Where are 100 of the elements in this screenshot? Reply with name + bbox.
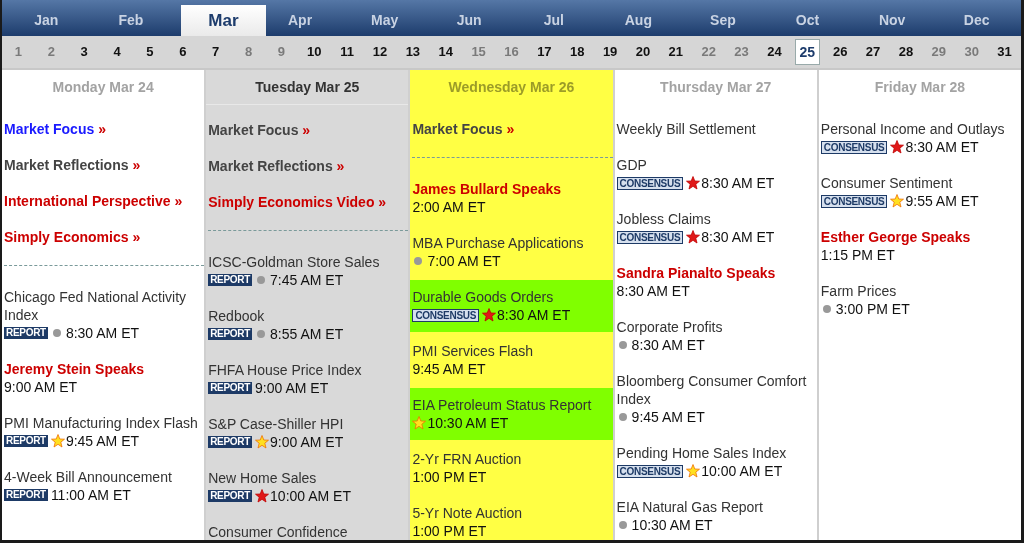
day-number[interactable]: 11: [330, 40, 364, 64]
badge[interactable]: REPORT: [4, 489, 48, 501]
event-time: 10:30 AM ET: [631, 516, 713, 534]
badge[interactable]: REPORT: [208, 382, 253, 394]
month-tab[interactable]: Aug: [596, 5, 681, 36]
event-title[interactable]: Weekly Bill Settlement: [616, 120, 817, 138]
event-time: 11:00 AM ET: [50, 486, 131, 504]
link[interactable]: Market Reflections »: [208, 148, 345, 184]
event-title[interactable]: New Home Sales: [208, 469, 409, 487]
event-title[interactable]: EIA Petroleum Status Report: [412, 396, 613, 414]
link[interactable]: Market Focus »: [412, 111, 515, 147]
link[interactable]: Market Reflections »: [4, 147, 141, 183]
badge[interactable]: REPORT: [4, 435, 48, 447]
event-title[interactable]: Corporate Profits: [616, 318, 817, 336]
event-title[interactable]: PMI Services Flash: [412, 342, 613, 360]
badge[interactable]: CONSENSUS: [616, 230, 684, 244]
event-time: 8:30 AM ET: [631, 336, 705, 354]
month-tab[interactable]: Jan: [4, 5, 89, 36]
event-time: 9:45 AM ET: [65, 432, 140, 450]
day-number[interactable]: 21: [659, 40, 693, 64]
badge[interactable]: REPORT: [208, 274, 253, 286]
event-time: 8:30 AM ET: [701, 228, 775, 246]
day-number[interactable]: 14: [429, 40, 463, 64]
day-number[interactable]: 7: [199, 40, 233, 64]
day-number[interactable]: 20: [626, 40, 660, 64]
event-time: 3:00 PM ET: [835, 300, 910, 318]
event-title[interactable]: Farm Prices: [820, 282, 1021, 300]
month-tab[interactable]: Sep: [680, 5, 766, 36]
day-header: Friday Mar 28: [873, 78, 967, 97]
day-header: Tuesday Mar 25: [206, 70, 409, 105]
month-tab[interactable]: Mar: [181, 5, 266, 36]
badge[interactable]: CONSENSUS: [820, 194, 888, 208]
event-title[interactable]: Consumer Confidence: [208, 523, 409, 540]
badge[interactable]: CONSENSUS: [412, 308, 480, 322]
event-title[interactable]: FHFA House Price Index: [208, 361, 409, 379]
badge[interactable]: CONSENSUS: [616, 464, 684, 478]
day-number[interactable]: 24: [758, 40, 791, 64]
month-tab[interactable]: May: [342, 5, 427, 36]
event-title[interactable]: EIA Natural Gas Report: [616, 498, 817, 516]
day-number[interactable]: 25: [794, 39, 820, 65]
day-number[interactable]: 28: [889, 40, 923, 64]
day-number[interactable]: 5: [133, 40, 167, 64]
month-tab[interactable]: Oct: [765, 5, 850, 36]
badge[interactable]: CONSENSUS: [616, 176, 684, 190]
day-number[interactable]: 10: [297, 40, 331, 64]
event-title[interactable]: 5-Yr Note Auction: [412, 504, 613, 522]
event-time: 7:45 AM ET: [270, 271, 344, 289]
day-number[interactable]: 26: [823, 40, 857, 64]
event-title[interactable]: Bloomberg Consumer Comfort Index: [616, 372, 817, 408]
link[interactable]: Simply Economics Video »: [208, 184, 387, 220]
month-tab[interactable]: Feb: [88, 5, 174, 36]
day-number[interactable]: 27: [856, 40, 890, 64]
day-number[interactable]: 17: [527, 40, 561, 64]
month-tab[interactable]: Jul: [511, 5, 597, 36]
event-title[interactable]: Pending Home Sales Index: [616, 444, 817, 462]
event-title[interactable]: Chicago Fed National Activity Index: [4, 288, 205, 324]
day-header: Thursday Mar 27: [659, 78, 773, 97]
day-number[interactable]: 18: [560, 40, 594, 64]
badge[interactable]: REPORT: [208, 328, 253, 340]
event-title[interactable]: Jobless Claims: [616, 210, 817, 228]
month-tab[interactable]: Nov: [849, 5, 935, 36]
event-time: 2:00 AM ET: [412, 198, 486, 216]
badge[interactable]: CONSENSUS: [820, 140, 888, 154]
event-title[interactable]: 2-Yr FRN Auction: [412, 450, 613, 468]
event-title[interactable]: James Bullard Speaks: [412, 180, 613, 198]
event-title[interactable]: MBA Purchase Applications: [412, 234, 613, 252]
day-number[interactable]: 19: [593, 40, 627, 64]
event-time: 10:30 AM ET: [427, 414, 509, 432]
day-number[interactable]: 6: [166, 40, 200, 64]
event-title[interactable]: 4-Week Bill Announcement: [4, 468, 205, 486]
event-title[interactable]: Jeremy Stein Speaks: [4, 360, 205, 378]
event-title[interactable]: GDP: [616, 156, 817, 174]
day-number[interactable]: 12: [363, 40, 397, 64]
event-title[interactable]: Durable Goods Orders: [412, 288, 613, 306]
event-title[interactable]: Personal Income and Outlays: [820, 120, 1021, 138]
day-number[interactable]: 4: [100, 40, 134, 64]
event-title[interactable]: Esther George Speaks: [820, 228, 1021, 246]
badge[interactable]: REPORT: [4, 327, 48, 339]
day-number[interactable]: 3: [67, 40, 101, 64]
badge[interactable]: REPORT: [208, 490, 253, 502]
event-time: 8:30 AM ET: [616, 282, 690, 300]
event-title[interactable]: Sandra Pianalto Speaks: [616, 264, 817, 282]
event-title[interactable]: Redbook: [208, 307, 409, 325]
event-title[interactable]: S&P Case-Shiller HPI: [208, 415, 409, 433]
month-tab[interactable]: Jun: [426, 5, 512, 36]
link[interactable]: Simply Economics »: [4, 219, 141, 255]
event-title[interactable]: Consumer Sentiment: [820, 174, 1021, 192]
day-number[interactable]: 13: [396, 40, 430, 64]
link[interactable]: Market Focus »: [208, 112, 311, 148]
link[interactable]: International Perspective »: [4, 183, 183, 219]
event-title[interactable]: PMI Manufacturing Index Flash: [4, 414, 205, 432]
event-time: 9:00 AM ET: [4, 378, 78, 396]
event-title[interactable]: ICSC-Goldman Store Sales: [208, 253, 409, 271]
day-number[interactable]: 31: [988, 40, 1021, 64]
event-time: 9:55 AM ET: [905, 192, 979, 210]
event-time: 10:00 AM ET: [701, 462, 783, 480]
badge[interactable]: REPORT: [208, 436, 253, 448]
event-time: 8:30 AM ET: [701, 174, 775, 192]
month-tab[interactable]: Dec: [934, 5, 1019, 36]
link[interactable]: Market Focus »: [4, 111, 106, 147]
